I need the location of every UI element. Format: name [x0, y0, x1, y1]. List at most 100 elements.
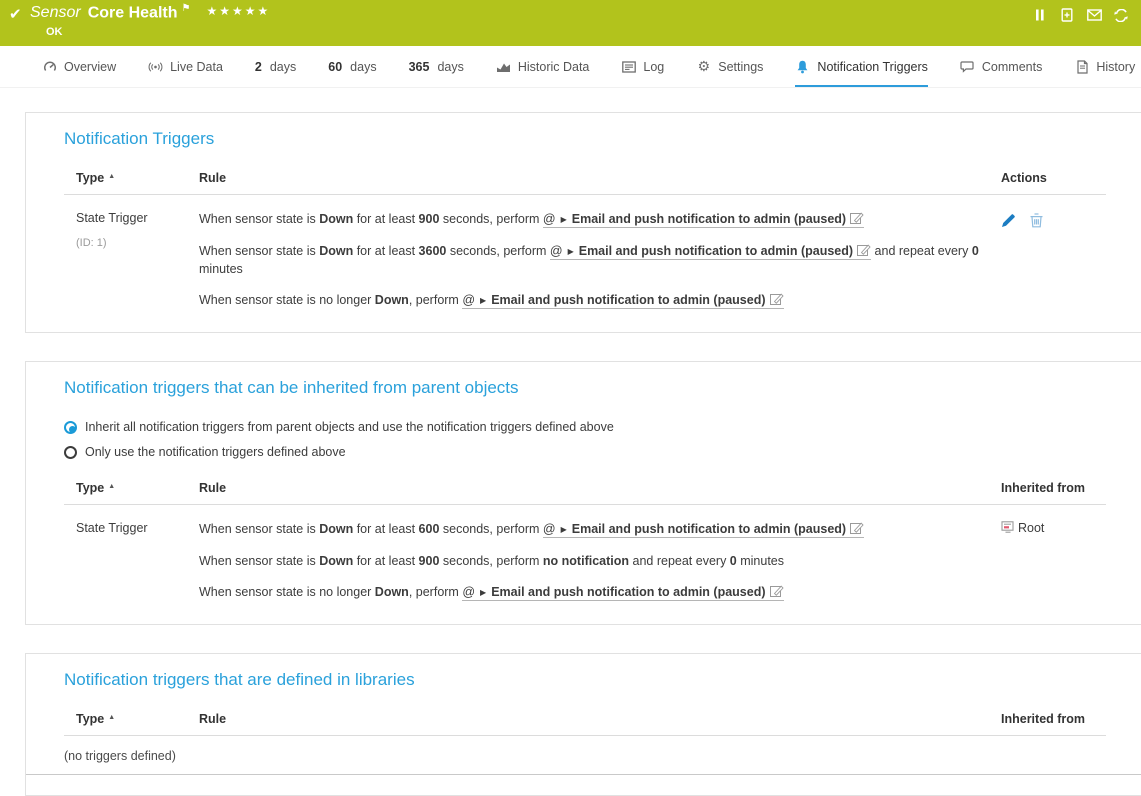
inheritance-radio-2[interactable]: Only use the notification triggers defin… [64, 445, 1106, 459]
panel-title: Notification triggers that can be inheri… [64, 378, 1106, 398]
empty-table-message: (no triggers defined) [26, 736, 1141, 775]
tab-comments[interactable]: Comments [960, 46, 1042, 87]
tab-label: History [1096, 60, 1135, 74]
refresh-icon[interactable] [1113, 8, 1129, 22]
trigger-rule-line: When sensor state is Down for at least 3… [199, 243, 1001, 278]
edit-note-icon[interactable] [766, 293, 784, 307]
root-group-icon [1001, 521, 1015, 536]
inheritance-radio-group: Inherit all notification triggers from p… [64, 420, 1106, 459]
tab-label: days [350, 60, 376, 74]
edit-note-icon[interactable] [853, 244, 871, 258]
page-content: Notification Triggers Type▲ Rule Actions… [0, 88, 1141, 796]
radio-label: Only use the notification triggers defin… [85, 445, 346, 459]
column-rule: Rule [199, 481, 1001, 495]
arrow-icon: ▶ [480, 296, 486, 305]
column-type[interactable]: Type▲ [64, 481, 199, 495]
tab-label: days [270, 60, 296, 74]
gear-icon: ⚙ [696, 60, 711, 74]
tab-label: Comments [982, 60, 1042, 74]
tab-overview[interactable]: Overview [42, 46, 116, 87]
tab-number: 60 [328, 60, 342, 74]
edit-pencil-icon[interactable] [1001, 213, 1016, 228]
edit-note-icon[interactable] [846, 522, 864, 536]
comment-icon [960, 60, 975, 74]
tab-bar: Overview Live Data 2 days 60 days 365 days Histo… [0, 46, 1141, 88]
notification-link[interactable]: @▶Email and push notification to admin (… [462, 585, 783, 601]
notification-link[interactable]: @▶Email and push notification to admin (… [462, 293, 783, 309]
tab-label: Historic Data [518, 60, 590, 74]
sort-asc-icon: ▲ [108, 714, 115, 721]
trigger-type: State Trigger [76, 521, 199, 535]
sensor-status-bar: ✔ SensorCore Health⚑★★★★★ OK [0, 0, 1141, 46]
column-rule: Rule [199, 171, 1001, 185]
inherited-from-link[interactable]: Root [1018, 521, 1044, 535]
panel-inherited-triggers: Notification triggers that can be inheri… [25, 361, 1141, 625]
table-body: State Trigger (ID: 1)When sensor state is… [64, 195, 1106, 312]
tab-label: Notification Triggers [817, 60, 927, 74]
tab-settings[interactable]: ⚙ Settings [696, 46, 763, 87]
panel-library-triggers: Notification triggers that are defined i… [25, 653, 1141, 796]
sort-asc-icon: ▲ [108, 173, 115, 180]
tab-days[interactable]: 60 days [328, 46, 376, 87]
tab-historic-data[interactable]: Historic Data [496, 46, 590, 87]
broadcast-icon [148, 60, 163, 74]
panel-title: Notification Triggers [64, 129, 1106, 149]
table-row: State TriggerWhen sensor state is Down f… [64, 505, 1106, 604]
status-badge: OK [46, 26, 63, 38]
object-kind-label: Sensor [30, 4, 81, 21]
table-row: State Trigger (ID: 1)When sensor state is… [64, 195, 1106, 312]
gauge-icon [42, 60, 57, 74]
tab-number: 2 [255, 60, 262, 74]
table-header: Type▲ Rule Actions [64, 171, 1106, 195]
delete-trash-icon[interactable] [1030, 213, 1043, 228]
priority-stars[interactable]: ★★★★★ [206, 4, 270, 18]
tab-history[interactable]: History [1074, 46, 1135, 87]
sensor-title: Core Health [88, 4, 178, 21]
email-icon[interactable] [1086, 8, 1102, 22]
log-icon [621, 60, 636, 74]
arrow-icon: ▶ [561, 215, 567, 224]
column-type[interactable]: Type▲ [64, 171, 199, 185]
tab-days[interactable]: 365 days [409, 46, 464, 87]
trigger-rule-line: When sensor state is Down for at least 9… [199, 211, 1001, 229]
trigger-rule-line: When sensor state is Down for at least 6… [199, 521, 1001, 539]
inheritance-radio-1[interactable]: Inherit all notification triggers from p… [64, 420, 1106, 434]
notification-link[interactable]: @▶Email and push notification to admin (… [550, 244, 871, 260]
notification-link[interactable]: @▶Email and push notification to admin (… [543, 522, 864, 538]
arrow-icon: ▶ [561, 525, 567, 534]
sort-asc-icon: ▲ [108, 483, 115, 490]
trigger-rule-line: When sensor state is Down for at least 9… [199, 553, 1001, 570]
tab-label: Settings [718, 60, 763, 74]
trigger-rule-line: When sensor state is no longer Down, per… [199, 584, 1001, 602]
edit-note-icon[interactable] [846, 212, 864, 226]
bell-icon [795, 60, 810, 74]
pause-icon[interactable] [1032, 8, 1048, 22]
table-body: State TriggerWhen sensor state is Down f… [64, 505, 1106, 604]
panel-notification-triggers: Notification Triggers Type▲ Rule Actions… [25, 112, 1141, 333]
notification-link[interactable]: @▶Email and push notification to admin (… [543, 212, 864, 228]
toolbar [1032, 8, 1129, 22]
chart-icon [496, 60, 511, 74]
column-type[interactable]: Type▲ [64, 712, 199, 726]
column-inherited-from: Inherited from [1001, 481, 1106, 495]
radio-selected-icon[interactable] [64, 421, 77, 434]
panel-title: Notification triggers that are defined i… [64, 670, 1106, 690]
table-header: Type▲ Rule Inherited from [64, 481, 1106, 505]
tab-log[interactable]: Log [621, 46, 664, 87]
history-icon [1074, 60, 1089, 74]
add-report-icon[interactable] [1059, 8, 1075, 22]
radio-unselected-icon[interactable] [64, 446, 77, 459]
column-rule: Rule [199, 712, 1001, 726]
column-actions: Actions [1001, 171, 1106, 185]
tab-label: days [437, 60, 463, 74]
tab-label: Log [643, 60, 664, 74]
tab-notification-triggers[interactable]: Notification Triggers [795, 46, 927, 87]
trigger-id: (ID: 1) [76, 237, 199, 249]
tab-days[interactable]: 2 days [255, 46, 296, 87]
tab-live-data[interactable]: Live Data [148, 46, 223, 87]
trigger-type: State Trigger [76, 211, 199, 225]
tab-number: 365 [409, 60, 430, 74]
check-icon: ✔ [9, 5, 22, 23]
column-inherited-from: Inherited from [1001, 712, 1106, 726]
edit-note-icon[interactable] [766, 585, 784, 599]
